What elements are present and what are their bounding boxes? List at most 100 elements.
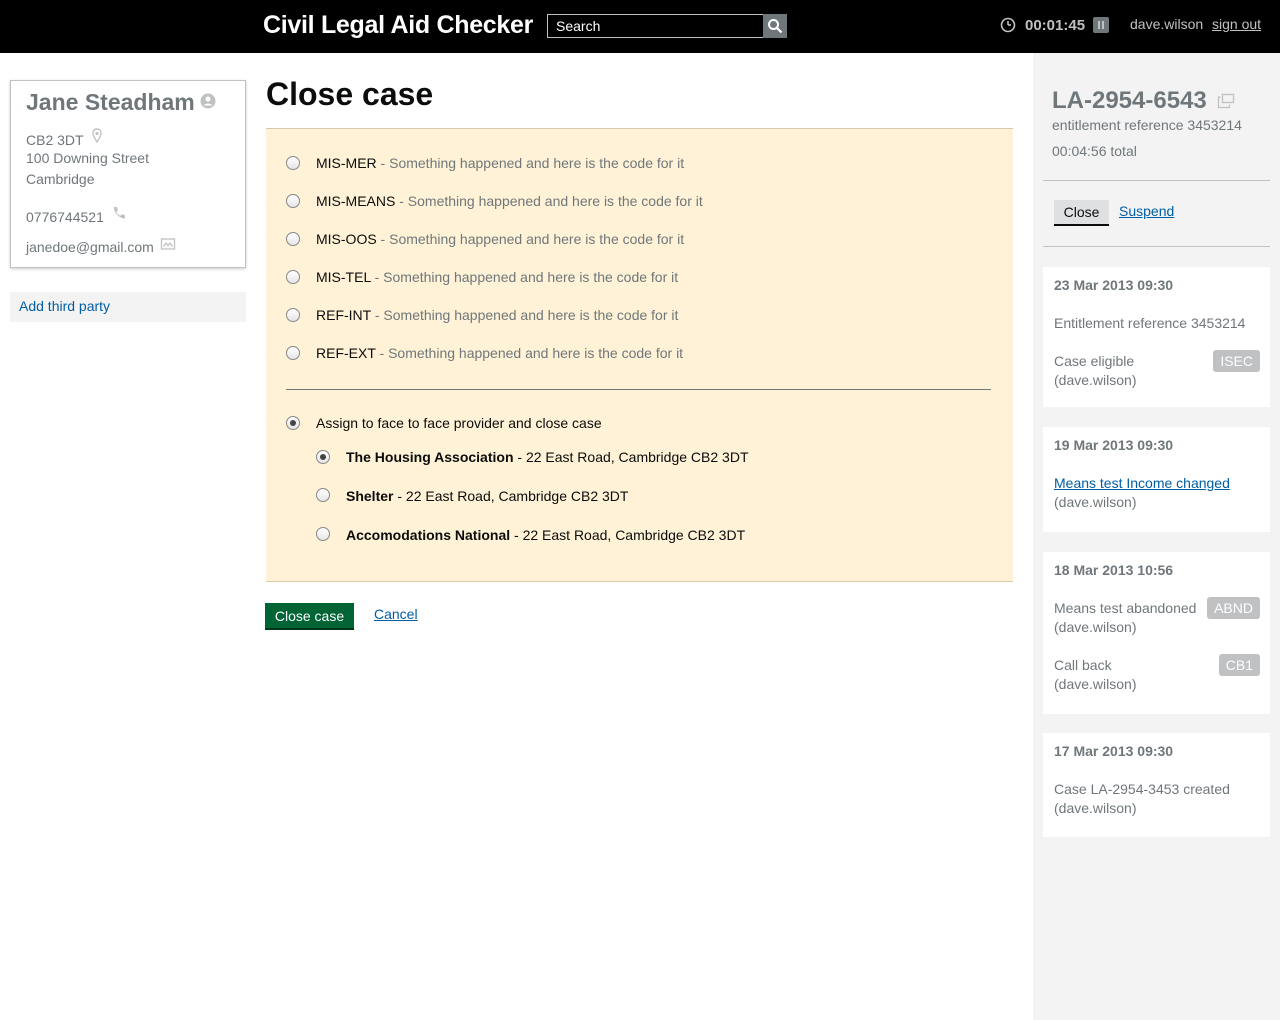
outcome-code: MIS-TEL (316, 269, 371, 285)
status-badge: ISEC (1213, 350, 1260, 372)
status-badge: CB1 (1218, 654, 1260, 676)
outcome-description: - Something happened and here is the cod… (370, 269, 679, 285)
outcome-radio[interactable] (286, 346, 300, 360)
provider-address: - 22 East Road, Cambridge CB2 3DT (393, 488, 629, 504)
search-bar (547, 14, 787, 38)
case-sidebar: LA-2954-6543 entitlement reference 34532… (1033, 53, 1280, 1020)
history-event: 17 Mar 2013 09:30 Case LA-2954-3453 crea… (1043, 733, 1270, 837)
outcome-radio[interactable] (286, 270, 300, 284)
outcome-description: - Something happened and here is the cod… (395, 193, 703, 209)
outcome-radio[interactable] (286, 232, 300, 246)
phone-icon (113, 207, 125, 219)
outcome-code: REF-EXT (316, 345, 376, 361)
outcome-code: MIS-OOS (316, 231, 377, 247)
outcome-option[interactable]: MIS-MEANS - Something happened and here … (286, 191, 703, 211)
provider-radio[interactable] (316, 488, 330, 502)
outcome-option[interactable]: REF-EXT - Something happened and here is… (286, 343, 683, 363)
client-email: janedoe@gmail.com (26, 239, 154, 255)
event-user: (dave.wilson) (1054, 619, 1137, 635)
client-postcode: CB2 3DT (26, 132, 84, 148)
event-text: Entitlement reference 3453214 (1054, 315, 1246, 331)
user-icon (200, 93, 216, 109)
outcome-option[interactable]: REF-INT - Something happened and here is… (286, 305, 678, 325)
assign-provider-radio[interactable] (286, 416, 300, 430)
outcome-radio[interactable] (286, 308, 300, 322)
assign-provider-option[interactable]: Assign to face to face provider and clos… (286, 413, 602, 433)
event-user: (dave.wilson) (1054, 372, 1137, 388)
outcome-description: - Something happened and here is the cod… (376, 155, 685, 171)
client-name: Jane Steadham (26, 89, 195, 115)
history-event: 19 Mar 2013 09:30 Means test Income chan… (1043, 427, 1270, 532)
location-pin-icon (92, 128, 102, 144)
close-case-button[interactable]: Close case (265, 603, 354, 630)
assign-provider-label: Assign to face to face provider and clos… (316, 415, 602, 431)
page-title: Close case (266, 76, 434, 112)
provider-option[interactable]: The Housing Association - 22 East Road, … (316, 447, 749, 467)
provider-address: - 22 East Road, Cambridge CB2 3DT (513, 449, 749, 465)
history-event: 23 Mar 2013 09:30 Entitlement reference … (1043, 267, 1270, 407)
outcome-radio[interactable] (286, 156, 300, 170)
status-badge: ABND (1207, 597, 1260, 619)
divider (286, 389, 991, 390)
third-party-box: Add third party (10, 292, 246, 322)
username: dave.wilson (1130, 16, 1204, 32)
client-address-line1: 100 Downing Street (26, 150, 149, 166)
pause-button[interactable] (1093, 17, 1109, 33)
provider-radio[interactable] (316, 450, 330, 464)
history-event: 18 Mar 2013 10:56 Means test abandoned (… (1043, 552, 1270, 714)
outcome-option[interactable]: MIS-MER - Something happened and here is… (286, 153, 684, 173)
event-text: Call back (1054, 657, 1112, 673)
event-link[interactable]: Means test Income changed (1054, 474, 1264, 493)
outcome-panel: MIS-MER - Something happened and here is… (266, 128, 1013, 582)
search-button[interactable] (763, 14, 787, 38)
event-date: 18 Mar 2013 10:56 (1054, 562, 1174, 578)
event-text: Means test abandoned (1054, 600, 1197, 616)
top-bar: Civil Legal Aid Checker 00:01:45 dave.wi… (0, 0, 1280, 53)
outcome-code: REF-INT (316, 307, 371, 323)
provider-name: Accomodations National (346, 527, 511, 543)
event-user: (dave.wilson) (1054, 800, 1137, 816)
outcome-option[interactable]: MIS-TEL - Something happened and here is… (286, 267, 678, 287)
event-text: Case LA-2954-3453 created (1054, 781, 1230, 797)
sign-out-link[interactable]: sign out (1212, 16, 1261, 32)
outcome-option[interactable]: MIS-OOS - Something happened and here is… (286, 229, 684, 249)
event-text: Case eligible (1054, 353, 1135, 369)
event-user: (dave.wilson) (1054, 494, 1137, 510)
outcome-description: - Something happened and here is the cod… (375, 345, 684, 361)
search-icon (768, 19, 783, 34)
sidebar-close-button[interactable]: Close (1054, 200, 1109, 226)
outcome-radio[interactable] (286, 194, 300, 208)
provider-option[interactable]: Accomodations National - 22 East Road, C… (316, 524, 745, 544)
copy-icon[interactable] (1217, 93, 1235, 109)
provider-address: - 22 East Road, Cambridge CB2 3DT (510, 527, 746, 543)
provider-name: The Housing Association (346, 449, 514, 465)
outcome-description: - Something happened and here is the cod… (376, 231, 685, 247)
outcome-description: - Something happened and here is the cod… (370, 307, 679, 323)
event-date: 23 Mar 2013 09:30 (1054, 277, 1174, 293)
provider-name: Shelter (346, 488, 394, 504)
pause-icon (1098, 21, 1100, 29)
client-address-line2: Cambridge (26, 171, 95, 187)
suspend-link[interactable]: Suspend (1119, 203, 1174, 219)
entitlement-reference: entitlement reference 3453214 (1052, 117, 1242, 133)
event-date: 17 Mar 2013 09:30 (1054, 743, 1174, 759)
call-timer: 00:01:45 (1025, 17, 1086, 34)
mail-icon (160, 238, 176, 250)
clock-icon (1000, 17, 1016, 33)
divider (1043, 180, 1270, 181)
case-reference: LA-2954-6543 (1052, 87, 1207, 114)
client-card: Jane Steadham CB2 3DT 100 Downing Street… (10, 80, 246, 268)
outcome-code: MIS-MEANS (316, 193, 396, 209)
outcome-code: MIS-MER (316, 155, 377, 171)
app-title[interactable]: Civil Legal Aid Checker (263, 11, 533, 40)
event-date: 19 Mar 2013 09:30 (1054, 437, 1174, 453)
cancel-link[interactable]: Cancel (374, 606, 418, 622)
provider-radio[interactable] (316, 527, 330, 541)
event-user: (dave.wilson) (1054, 676, 1137, 692)
divider (1043, 246, 1270, 247)
provider-option[interactable]: Shelter - 22 East Road, Cambridge CB2 3D… (316, 485, 628, 505)
search-input[interactable] (547, 14, 764, 38)
total-time: 00:04:56 total (1052, 143, 1137, 159)
add-third-party-link[interactable]: Add third party (19, 298, 110, 314)
client-phone: 0776744521 (26, 209, 104, 225)
